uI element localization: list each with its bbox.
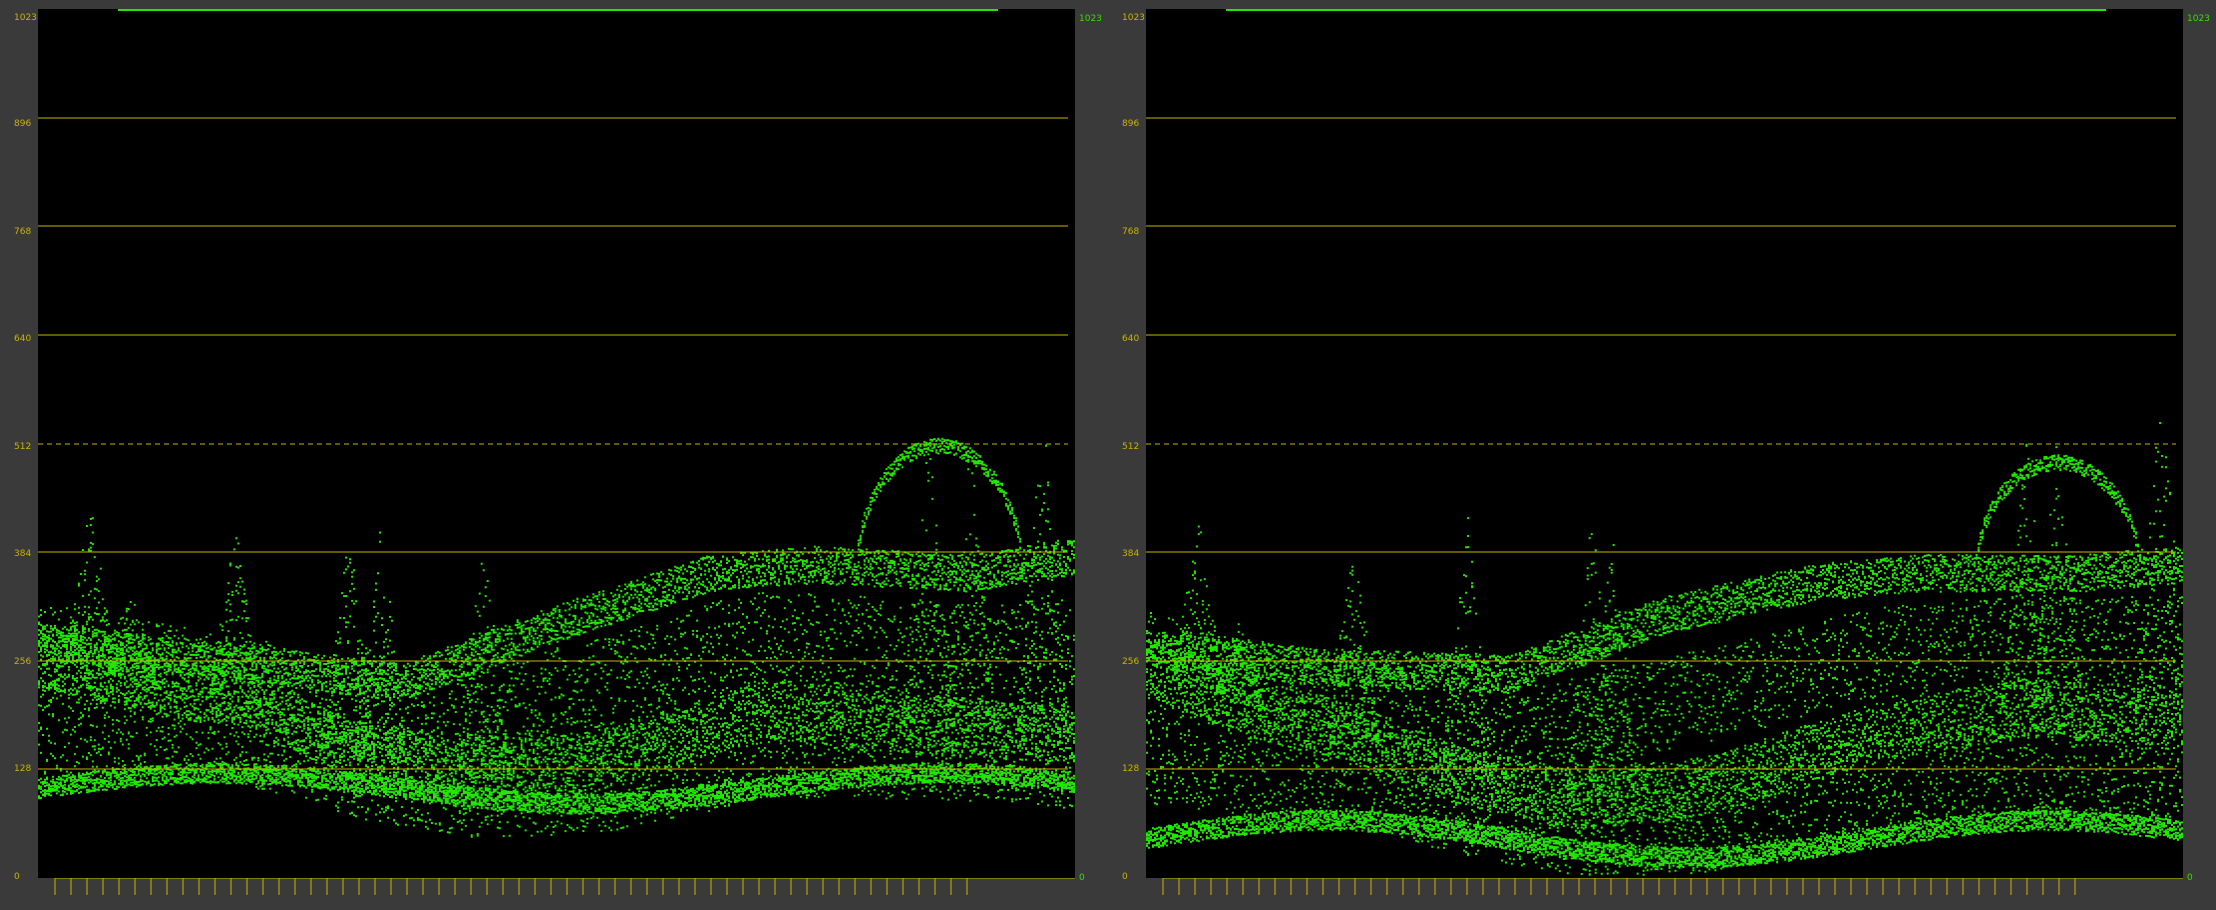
scale-label-640: 640	[1122, 334, 1140, 344]
scale-label-256: 256	[1122, 657, 1140, 667]
scale-label-128: 128	[1122, 764, 1140, 774]
waveform-scope	[1146, 9, 2183, 878]
waveform-trace	[38, 9, 1075, 838]
scale-label-384: 384	[1122, 549, 1140, 559]
scale-label-256: 256	[14, 657, 32, 667]
scale-label-512: 512	[14, 442, 32, 452]
scale-label-1023: 1023	[14, 13, 37, 23]
waveform-points	[1146, 422, 2183, 876]
waveform-trace	[1146, 9, 2183, 876]
scale-label-896: 896	[14, 119, 32, 129]
bottom-marker: 0	[1079, 873, 1085, 883]
top-marker: 1023	[1079, 14, 1102, 24]
waveform-scope	[38, 9, 1075, 878]
scale-label-128: 128	[14, 764, 32, 774]
scale-label-768: 768	[14, 227, 32, 237]
scale-label-768: 768	[1122, 227, 1140, 237]
waveform-density	[38, 437, 1075, 838]
waveform-panel-left: 1023 896 768 640 512 384 256 128 0 1023 0	[0, 0, 1108, 910]
waveform-panel-right: 1023 896 768 640 512 384 256 128 0 1023 0	[1108, 0, 2216, 910]
bottom-marker: 0	[2187, 873, 2193, 883]
scale-label-640: 640	[14, 334, 32, 344]
scale-label-512: 512	[1122, 442, 1140, 452]
scale-label-1023: 1023	[1122, 13, 1145, 23]
scale-label-0: 0	[1122, 872, 1128, 882]
scale-label-384: 384	[14, 549, 32, 559]
waveform-density	[1146, 422, 2183, 876]
scale-label-0: 0	[14, 872, 20, 882]
waveform-points	[38, 437, 1075, 838]
scale-label-896: 896	[1122, 119, 1140, 129]
top-marker: 1023	[2187, 14, 2210, 24]
